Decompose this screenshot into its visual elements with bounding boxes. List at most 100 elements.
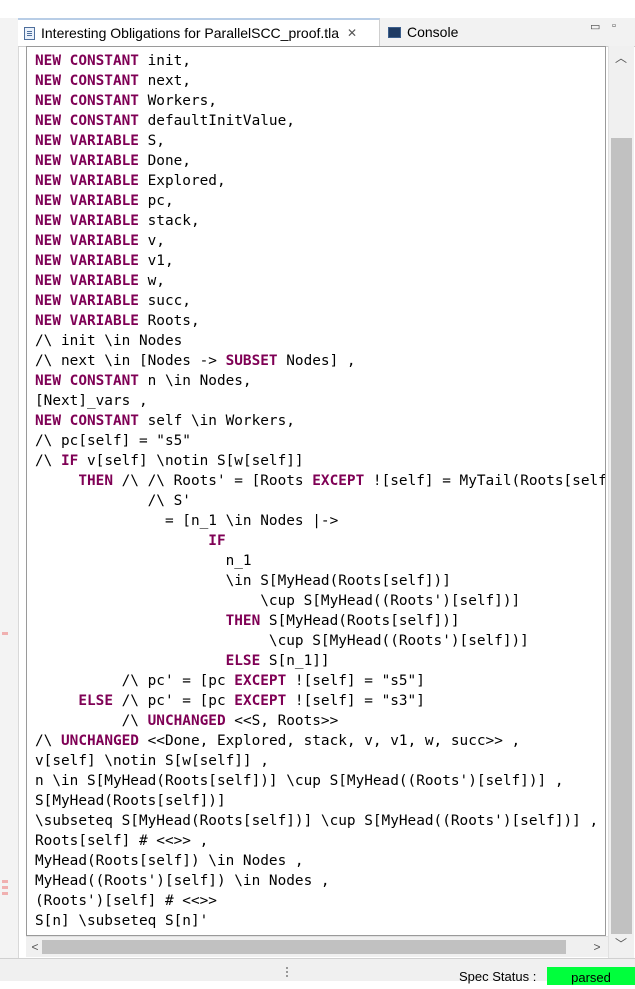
keyword: EXCEPT	[234, 693, 287, 709]
code-text: <<Done, Explored, stack, v, v1, w, succ>…	[138, 733, 521, 749]
code-line: /\ next \in [Nodes -> SUBSET Nodes] ,	[35, 351, 605, 371]
left-gutter	[0, 18, 19, 958]
code-line: MyHead(Roots[self]) \in Nodes ,	[35, 851, 605, 871]
gutter-marker	[2, 632, 8, 635]
code-line: /\ IF v[self] \notin S[w[self]]	[35, 451, 605, 471]
code-line: NEW VARIABLE w,	[35, 271, 605, 291]
code-text: /\	[35, 733, 61, 749]
keyword: NEW VARIABLE	[35, 253, 139, 269]
keyword: NEW VARIABLE	[35, 273, 139, 289]
code-line: S[n] \subseteq S[n]'	[35, 911, 605, 931]
horizontal-scroll-thumb[interactable]	[42, 940, 566, 954]
vertical-scrollbar[interactable]: ︿ ﹀	[608, 46, 634, 958]
keyword: THEN	[78, 473, 113, 489]
keyword: NEW CONSTANT	[35, 47, 139, 49]
minimize-icon[interactable]: ▭	[590, 20, 600, 33]
gutter-marker	[2, 880, 8, 883]
keyword: NEW CONSTANT	[35, 113, 139, 129]
code-line: n_1	[35, 551, 605, 571]
code-text: Explored,	[138, 173, 226, 189]
tab-console[interactable]: Console	[382, 18, 492, 46]
code-line: S[MyHead(Roots[self])]	[35, 791, 605, 811]
code-line: NEW VARIABLE pc,	[35, 191, 605, 211]
code-text: S[n_1]]	[260, 653, 330, 669]
code-line: NEW CONSTANT defaultInitValue,	[35, 111, 605, 131]
code-text: /\	[35, 713, 148, 729]
code-text: self \in Workers,	[138, 413, 295, 429]
code-text: Done,	[138, 153, 191, 169]
keyword: NEW VARIABLE	[35, 233, 139, 249]
close-icon[interactable]: ✕	[347, 26, 357, 40]
code-text: w,	[138, 273, 165, 289]
code-text: Nodes,	[139, 47, 200, 49]
scroll-right-icon[interactable]: >	[590, 939, 604, 955]
code-text: \cup S[MyHead((Roots')[self])]	[35, 633, 529, 649]
code-line: NEW VARIABLE Done,	[35, 151, 605, 171]
code-line: IF	[35, 531, 605, 551]
keyword: NEW CONSTANT	[35, 73, 139, 89]
code-line: THEN S[MyHead(Roots[self])]	[35, 611, 605, 631]
code-line: NEW CONSTANT init,	[35, 51, 605, 71]
window-top-strip	[0, 0, 635, 18]
code-text: defaultInitValue,	[138, 113, 295, 129]
code-text: MyHead((Roots')[self]) \in Nodes ,	[35, 873, 330, 889]
code-line: NEW VARIABLE v,	[35, 231, 605, 251]
code-text: Roots,	[138, 313, 200, 329]
keyword: SUBSET	[225, 353, 278, 369]
code-line: NEW VARIABLE Explored,	[35, 171, 605, 191]
scroll-down-icon[interactable]: ﹀	[613, 936, 629, 952]
code-text: \in S[MyHead(Roots[self])]	[35, 573, 451, 589]
code-text: Roots[self] # <<>> ,	[35, 833, 209, 849]
code-text: n_1	[35, 553, 252, 569]
keyword: NEW CONSTANT	[35, 373, 139, 389]
obligation-text-view[interactable]: NEW CONSTANT Nodes,NEW CONSTANT init,NEW…	[26, 46, 606, 936]
code-text: n \in S[MyHead(Roots[self])] \cup S[MyHe…	[35, 773, 564, 789]
keyword: NEW CONSTANT	[35, 93, 139, 109]
tab-interesting-obligations[interactable]: Interesting Obligations for ParallelSCC_…	[18, 18, 380, 46]
keyword: NEW VARIABLE	[35, 153, 139, 169]
code-line: /\ pc[self] = "s5"	[35, 431, 605, 451]
code-text: init,	[138, 53, 191, 69]
tab-label: Console	[407, 24, 459, 40]
gutter-marker	[2, 886, 8, 889]
code-text: v[self] \notin S[w[self]]	[78, 453, 304, 469]
keyword: UNCHANGED	[147, 713, 226, 729]
code-text: \cup S[MyHead((Roots')[self])]	[35, 593, 521, 609]
code-line: NEW CONSTANT n \in Nodes,	[35, 371, 605, 391]
keyword: ELSE	[225, 653, 261, 669]
code-text: Nodes] ,	[277, 353, 356, 369]
keyword: NEW VARIABLE	[35, 193, 139, 209]
maximize-icon[interactable]: ▫	[612, 20, 616, 32]
code-line: /\ init \in Nodes	[35, 331, 605, 351]
code-line: Roots[self] # <<>> ,	[35, 831, 605, 851]
code-text: S[MyHead(Roots[self])]	[260, 613, 460, 629]
keyword: NEW VARIABLE	[35, 313, 139, 329]
code-text: (Roots')[self] # <<>>	[35, 893, 217, 909]
scroll-left-icon[interactable]: <	[28, 939, 42, 955]
code-line: NEW CONSTANT Workers,	[35, 91, 605, 111]
code-line: /\ pc' = [pc EXCEPT ![self] = "s5"]	[35, 671, 605, 691]
scroll-up-icon[interactable]: ︿	[613, 50, 629, 66]
console-icon	[388, 26, 401, 38]
code-text: /\ init \in Nodes	[35, 333, 183, 349]
keyword: IF	[61, 453, 79, 469]
horizontal-scrollbar[interactable]: < >	[26, 936, 608, 957]
spec-status-label: Spec Status :	[459, 969, 537, 984]
code-text: ![self] = "s3"]	[286, 693, 425, 709]
keyword: THEN	[225, 613, 261, 629]
code-line: /\ S'	[35, 491, 605, 511]
status-bar: Spec Status : parsed	[0, 958, 635, 985]
code-text: next,	[138, 73, 191, 89]
code-line: NEW VARIABLE stack,	[35, 211, 605, 231]
vertical-scroll-thumb[interactable]	[611, 138, 632, 934]
code-text: /\	[35, 453, 61, 469]
keyword: ELSE	[78, 693, 113, 709]
code-line: \cup S[MyHead((Roots')[self])]	[35, 591, 605, 611]
code-line: \cup S[MyHead((Roots')[self])]	[35, 631, 605, 651]
code-text: S,	[138, 133, 165, 149]
code-text: /\ S'	[35, 493, 191, 509]
code-content: NEW CONSTANT Nodes,NEW CONSTANT init,NEW…	[35, 47, 605, 931]
code-text: /\ next \in [Nodes ->	[35, 353, 226, 369]
code-text: succ,	[138, 293, 191, 309]
